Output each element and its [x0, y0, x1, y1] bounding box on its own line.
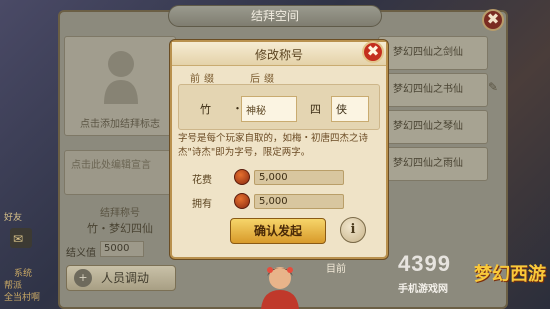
title-char-input[interactable] — [331, 96, 369, 122]
member-title-row[interactable]: 梦幻四仙之书仙 — [378, 73, 488, 107]
dialog-close-button[interactable]: ✖ — [362, 41, 384, 63]
hud-friend-label[interactable]: 好友 — [4, 210, 22, 223]
member-title-row[interactable]: 梦幻四仙之雨仙 — [378, 147, 488, 181]
bond-value: 5000 — [100, 241, 144, 257]
member-title-row[interactable]: 梦幻四仙之剑仙 — [378, 36, 488, 70]
sworn-title-label: 结拜称号 — [100, 208, 140, 219]
game-logo: 梦幻西游 — [474, 264, 546, 285]
chat-icon: ✉ — [13, 232, 24, 246]
cost-label: 花费 — [192, 175, 212, 186]
emblem-caption: 点击添加结拜标志 — [80, 119, 160, 130]
suffix-label: 后缀 — [250, 74, 278, 85]
fixed-prefix-char: 竹 — [200, 103, 211, 116]
edit-pencil-icon[interactable]: ✎ — [488, 80, 498, 94]
dialog-title: 修改称号 — [254, 48, 303, 62]
hud-guild-message: 全当村啊 — [4, 293, 41, 303]
person-add-icon: + — [74, 269, 92, 287]
owned-value: 5,000 — [254, 194, 344, 209]
watermark-4399: 4399 — [398, 251, 451, 276]
bond-value-label: 结义值 — [66, 248, 96, 259]
coin-pot-icon — [234, 169, 250, 185]
sworn-title-name: 竹・梦幻四仙 — [87, 222, 153, 235]
prefix-label: 前缀 — [190, 74, 218, 85]
sworn-space-title: 结拜空间 — [168, 5, 382, 27]
motto-input[interactable]: 点击此处编辑宣言 — [64, 150, 174, 195]
cost-value: 5,000 — [254, 170, 344, 185]
info-icon[interactable]: i — [340, 217, 366, 243]
character-portrait — [261, 267, 299, 309]
panel-close-button[interactable]: ✖ — [482, 9, 504, 31]
suffix-input[interactable] — [241, 96, 297, 122]
owned-label: 拥有 — [192, 199, 212, 210]
coin-pot-icon — [234, 193, 250, 209]
emblem-placeholder-icon — [104, 51, 138, 104]
current-label: 目前 — [326, 264, 346, 275]
fixed-number-char: 四 — [310, 103, 321, 116]
title-rule-description: 字号是每个玩家自取的，如梅・初唐四杰之诗杰"诗杰"即为字号，限定两字。 — [178, 133, 369, 158]
confirm-button[interactable]: 确认发起 — [230, 218, 326, 244]
member-title-row[interactable]: 梦幻四仙之琴仙 — [378, 110, 488, 144]
watermark-subtitle: 手机游戏网 — [398, 284, 448, 295]
